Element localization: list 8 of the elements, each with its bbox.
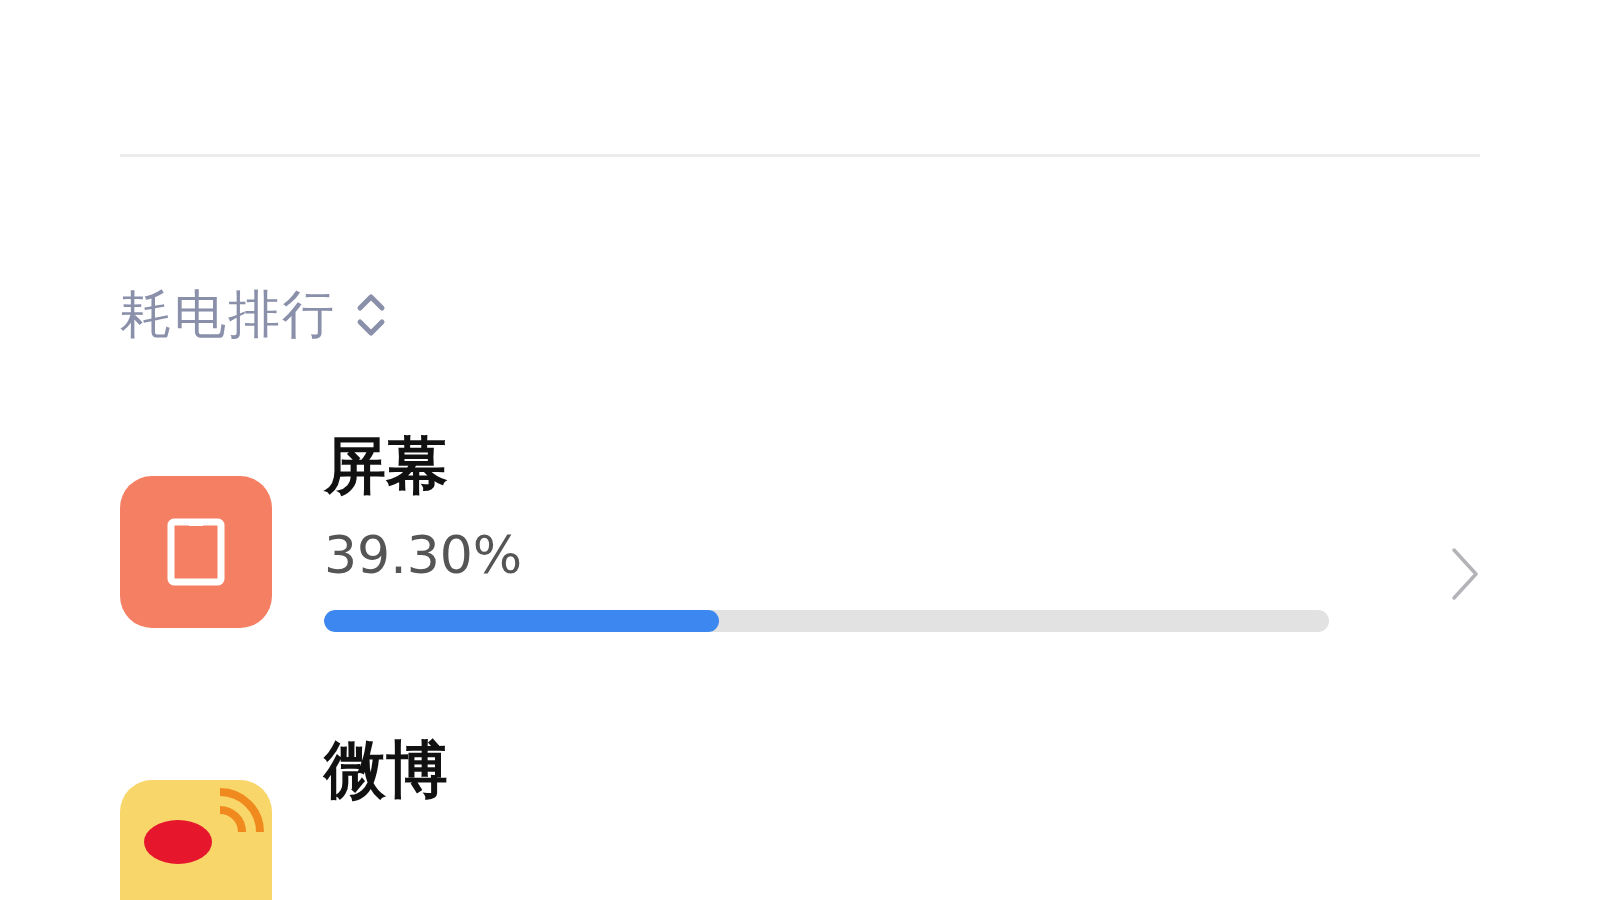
- screen-icon: [120, 476, 272, 628]
- sort-icon[interactable]: [356, 292, 386, 338]
- app-icon: [120, 780, 272, 900]
- item-name: 屏幕: [324, 428, 449, 504]
- percent-text: 39.30%: [324, 524, 524, 587]
- chevron-icon[interactable]: [1450, 546, 1480, 602]
- item-name: 微博: [324, 732, 449, 808]
- sort-label[interactable]: 耗电排行: [120, 280, 336, 350]
